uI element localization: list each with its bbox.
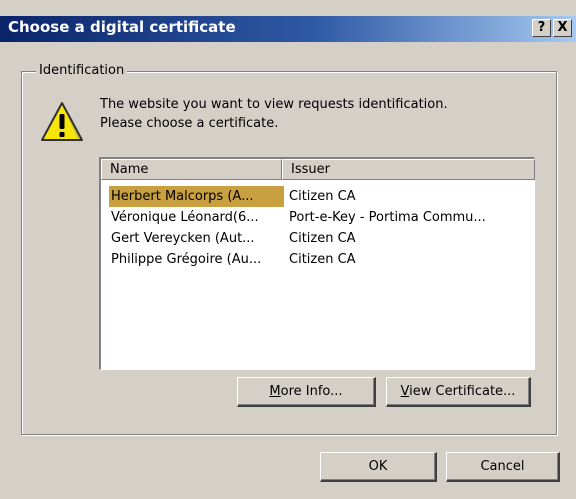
identification-message: The website you want to view requests id… xyxy=(100,95,540,133)
certificate-issuer: Citizen CA xyxy=(289,231,356,246)
certificate-row[interactable]: Philippe Grégoire (Au... Citizen CA xyxy=(101,249,535,270)
view-certificate-button[interactable]: View Certificate... xyxy=(386,377,531,407)
certificate-name: Philippe Grégoire (Au... xyxy=(111,252,262,267)
certificate-row[interactable]: Véronique Léonard(6... Port-e-Key - Port… xyxy=(101,207,535,228)
message-line-1: The website you want to view requests id… xyxy=(100,97,448,112)
message-line-2: Please choose a certificate. xyxy=(100,116,279,131)
window-title: Choose a digital certificate xyxy=(8,18,236,36)
close-button[interactable]: X xyxy=(553,19,572,37)
certificate-row[interactable]: Herbert Malcorps (A... Citizen CA xyxy=(101,186,535,207)
view-certificate-accelerator: V xyxy=(400,384,410,399)
list-header: Name Issuer xyxy=(101,159,535,180)
certificate-name: Herbert Malcorps (A... xyxy=(109,186,284,207)
ok-button[interactable]: OK xyxy=(320,452,437,482)
cancel-button[interactable]: Cancel xyxy=(446,452,560,482)
more-info-label: ore Info... xyxy=(280,384,343,399)
help-button[interactable]: ? xyxy=(532,19,551,37)
certificate-list[interactable]: Name Issuer Herbert Malcorps (A... Citiz… xyxy=(99,157,535,370)
certificate-dialog: Choose a digital certificate ? X Identif… xyxy=(0,0,576,499)
warning-icon xyxy=(41,102,83,141)
column-header-name[interactable]: Name xyxy=(101,159,282,180)
certificate-row[interactable]: Gert Vereycken (Aut... Citizen CA xyxy=(101,228,535,249)
more-info-accelerator: M xyxy=(269,384,281,399)
identification-group-label: Identification xyxy=(36,63,128,78)
more-info-button[interactable]: More Info... xyxy=(237,377,376,407)
certificate-name: Véronique Léonard(6... xyxy=(111,210,259,225)
certificate-name: Gert Vereycken (Aut... xyxy=(111,231,255,246)
column-header-issuer[interactable]: Issuer xyxy=(282,159,535,180)
certificate-issuer: Citizen CA xyxy=(289,189,356,204)
certificate-issuer: Citizen CA xyxy=(289,252,356,267)
certificate-issuer: Port-e-Key - Portima Commu... xyxy=(289,210,486,225)
view-certificate-label: iew Certificate... xyxy=(409,384,516,399)
title-bar[interactable]: Choose a digital certificate ? X xyxy=(0,16,576,42)
